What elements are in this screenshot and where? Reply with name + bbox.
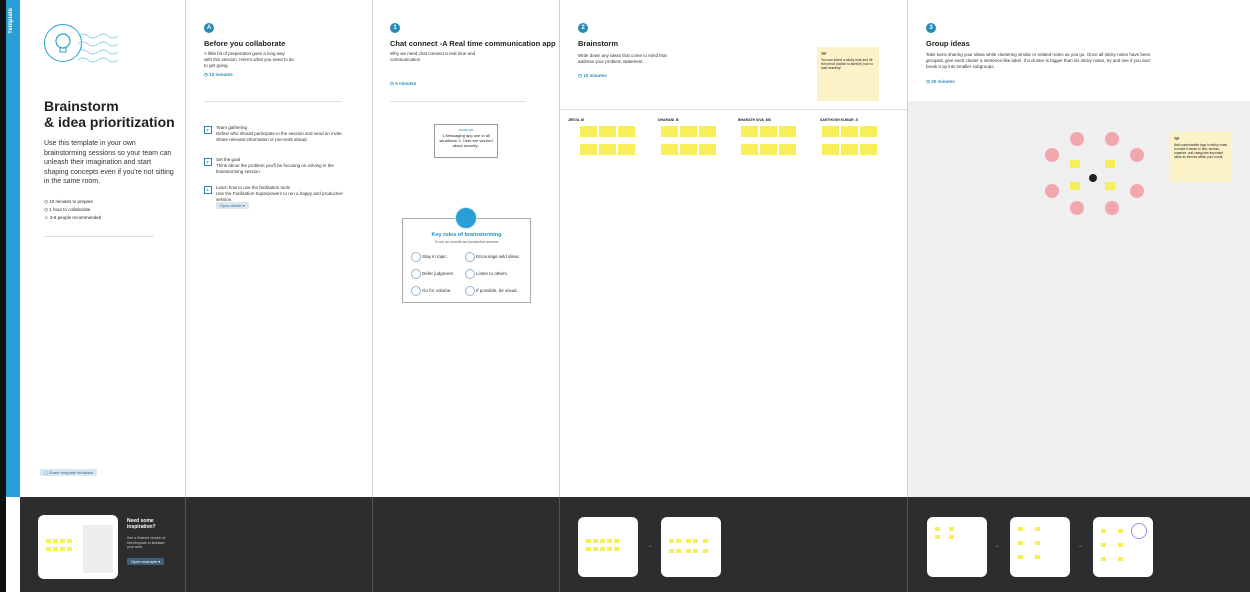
cluster-circle[interactable] xyxy=(1105,201,1119,215)
step-number: 3 xyxy=(926,23,936,33)
rule-icon xyxy=(411,269,421,279)
template-tab[interactable]: Template xyxy=(6,0,20,497)
step1-panel: A Before you collaborate A little bit of… xyxy=(186,8,372,497)
sticky-note[interactable] xyxy=(1105,160,1115,168)
sticky-note[interactable] xyxy=(760,144,777,155)
rule-icon xyxy=(465,252,475,262)
wave-decoration xyxy=(78,33,118,63)
example-thumbnail[interactable] xyxy=(38,515,118,579)
arrow-right-icon: → xyxy=(647,543,653,549)
arrow-right-icon: → xyxy=(994,543,1000,549)
rule-icon xyxy=(465,286,475,296)
step2-time: ◷ 5 minutes xyxy=(390,81,417,86)
sticky-note[interactable] xyxy=(618,144,635,155)
group-thumbnail-3[interactable] xyxy=(1093,517,1153,577)
intro-title-1: Brainstorm xyxy=(44,98,119,114)
divider xyxy=(390,101,526,102)
step4-panel: 3 Group ideas Take turns sharing your id… xyxy=(908,8,1250,497)
sticky-note[interactable] xyxy=(841,144,858,155)
brainstorm-thumbnail[interactable] xyxy=(578,517,638,577)
sticky-note[interactable] xyxy=(1070,182,1080,190)
step-number: 1 xyxy=(390,23,400,33)
step2-panel: 1 Chat connect -A Real time communicatio… xyxy=(373,8,559,497)
step3-desc: Write down any ideas that come to mind t… xyxy=(578,53,667,64)
cluster-circle[interactable] xyxy=(1130,184,1144,198)
step3-title: Brainstorm xyxy=(578,39,619,48)
intro-meta: ◷ 10 minutes to prepare ◷ 1 hour to coll… xyxy=(44,199,102,220)
sticky-note[interactable] xyxy=(661,126,678,137)
group-thumbnail-1[interactable] xyxy=(927,517,987,577)
intro-description: Use this template in your own brainstorm… xyxy=(44,140,174,185)
sticky-note[interactable] xyxy=(741,126,758,137)
key-rules-card: Key rules of brainstorming To run an smo… xyxy=(402,207,531,303)
step4-desc: Take turns sharing your ideas while clus… xyxy=(926,52,1151,69)
cluster-circle[interactable] xyxy=(1045,148,1059,162)
sticky-note[interactable] xyxy=(580,126,597,137)
sticky-note[interactable] xyxy=(599,144,616,155)
bulb-badge-icon xyxy=(455,207,477,229)
problem-card: PROBLEM 1.Messaging app use to all situa… xyxy=(434,124,498,158)
cluster-circle[interactable] xyxy=(1045,184,1059,198)
intro-panel: Brainstorm & idea prioritization Use thi… xyxy=(20,0,185,497)
intro-title-2: & idea prioritization xyxy=(44,114,175,130)
divider xyxy=(560,109,907,110)
sticky-note[interactable] xyxy=(841,126,858,137)
sticky-note[interactable] xyxy=(1105,182,1115,190)
lightbulb-icon xyxy=(44,24,82,62)
step1-time: ◷ 10 minutes xyxy=(204,72,233,77)
sticky-note[interactable] xyxy=(760,126,777,137)
divider xyxy=(907,497,908,592)
inspiration-title: Need some inspiration? xyxy=(127,518,156,530)
open-example-button[interactable]: Open example ▾ xyxy=(127,558,165,565)
tip-note: TIP Add customizable tags to sticky note… xyxy=(1170,132,1232,182)
sticky-note[interactable] xyxy=(860,144,877,155)
cluster-circle[interactable] xyxy=(1105,132,1119,146)
cluster-circle[interactable] xyxy=(1130,148,1144,162)
person-icon xyxy=(1089,174,1097,182)
cluster-circle[interactable] xyxy=(1070,132,1084,146)
divider xyxy=(44,236,154,237)
rule-icon xyxy=(411,286,421,296)
sticky-note[interactable] xyxy=(618,126,635,137)
divider xyxy=(185,497,186,592)
sticky-note[interactable] xyxy=(779,144,796,155)
inspiration-desc: See a finished version of this template … xyxy=(127,536,166,549)
sticky-note[interactable] xyxy=(822,126,839,137)
step3-panel: 2 Brainstorm Write down any ideas that c… xyxy=(560,8,907,497)
sticky-note[interactable] xyxy=(680,126,697,137)
step1-title: Before you collaborate xyxy=(204,39,286,48)
sticky-note[interactable] xyxy=(699,126,716,137)
rule-icon xyxy=(465,269,475,279)
step-number: 2 xyxy=(578,23,588,33)
sticky-note[interactable] xyxy=(860,126,877,137)
step1-items: ▸ Team gathering Define who should partici… xyxy=(204,125,354,209)
rule-icon xyxy=(411,252,421,262)
sticky-note[interactable] xyxy=(661,144,678,155)
sticky-note[interactable] xyxy=(1070,160,1080,168)
step4-time: ◷ 20 minutes xyxy=(926,79,955,84)
group-thumbnail-2[interactable] xyxy=(1010,517,1070,577)
sticky-note[interactable] xyxy=(680,144,697,155)
cluster-circle[interactable] xyxy=(1070,201,1084,215)
step4-title: Group ideas xyxy=(926,39,970,48)
sticky-note[interactable] xyxy=(699,144,716,155)
sticky-note[interactable] xyxy=(822,144,839,155)
tip-note: TIP You can select a sticky note and hit… xyxy=(817,47,879,101)
open-article-button[interactable]: Open article ▾ xyxy=(216,202,249,209)
step-number: A xyxy=(204,23,214,33)
step1-desc: A little bit of preparation goes a long … xyxy=(204,51,294,68)
sticky-note[interactable] xyxy=(779,126,796,137)
step2-title: Chat connect -A Real time communication … xyxy=(390,39,556,48)
brainstorm-result-thumbnail[interactable] xyxy=(661,517,721,577)
sticky-note[interactable] xyxy=(599,126,616,137)
step3-time: ◷ 10 minutes xyxy=(578,73,607,78)
divider xyxy=(204,101,342,102)
sticky-note[interactable] xyxy=(741,144,758,155)
sticky-note[interactable] xyxy=(580,144,597,155)
divider xyxy=(559,497,560,592)
step2-desc: Why we need chat connect a real time and… xyxy=(390,51,476,62)
divider xyxy=(372,497,373,592)
share-feedback-button[interactable]: ▢ Share template feedback xyxy=(40,469,98,476)
arrow-right-icon: → xyxy=(1077,543,1083,549)
